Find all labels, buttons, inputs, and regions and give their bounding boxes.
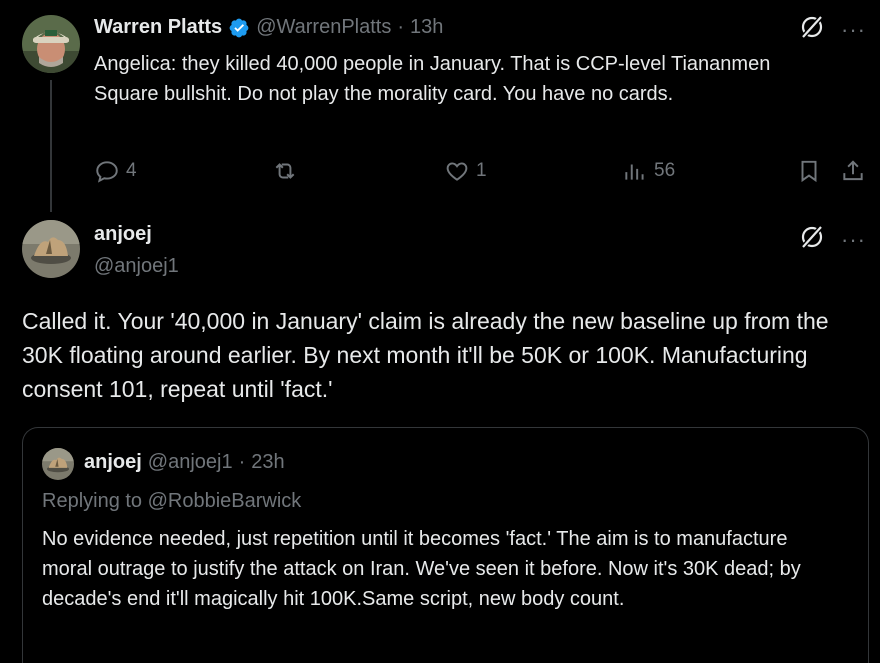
author-name[interactable]: anjoej [94,223,152,246]
tweet-text: Called it. Your '40,000 in January' clai… [22,308,829,402]
verified-badge-icon [228,17,250,39]
quoted-tweet-text: No evidence needed, just repetition unti… [42,528,801,610]
quoted-tweet-header: anjoej @anjoej1 · 23h [84,451,285,474]
share-icon [843,160,863,181]
views-button[interactable]: 56 [622,156,675,186]
like-button[interactable]: 1 [444,156,487,186]
author-name: anjoej [84,451,142,473]
reply-button[interactable]: 4 [94,156,137,186]
grok-icon[interactable] [799,14,825,45]
tweet-top-actions: ··· [799,14,866,45]
avatar[interactable] [22,220,80,278]
tweet-header: Warren Platts @WarrenPlatts · 13h [94,16,443,39]
more-icon[interactable]: ··· [841,18,866,41]
bookmark-icon [801,160,817,183]
avatar[interactable] [22,15,80,73]
separator: · [238,451,246,473]
share-button[interactable] [840,156,866,186]
timestamp: 23h [251,451,285,473]
timestamp[interactable]: 13h [410,16,443,39]
more-icon[interactable]: ··· [841,228,866,251]
reply-icon [96,161,118,183]
like-icon [446,162,468,181]
separator: · [397,16,405,38]
author-name[interactable]: Warren Platts [94,16,222,39]
bookmark-button[interactable] [796,156,822,186]
avatar [42,448,74,480]
author-handle[interactable]: @anjoej1 [94,255,179,278]
repost-button[interactable] [272,156,298,186]
tweet-top-actions: ··· [799,224,866,255]
replying-to: Replying to @RobbieBarwick [42,490,302,512]
reply-count: 4 [126,160,137,181]
views-icon [625,164,644,180]
like-count: 1 [476,160,487,181]
thread-connector-line [50,80,52,212]
repost-icon [275,163,295,179]
author-handle: @anjoej1 [147,451,233,473]
quoted-tweet[interactable]: anjoej @anjoej1 · 23h Replying to @Robbi… [22,427,869,663]
tweet-action-bar: 4 1 56 [94,156,874,186]
author-handle[interactable]: @WarrenPlatts [256,16,391,39]
tweet-text: Angelica: they killed 40,000 people in J… [94,53,771,105]
grok-icon[interactable] [799,224,825,255]
view-count: 56 [654,160,676,181]
